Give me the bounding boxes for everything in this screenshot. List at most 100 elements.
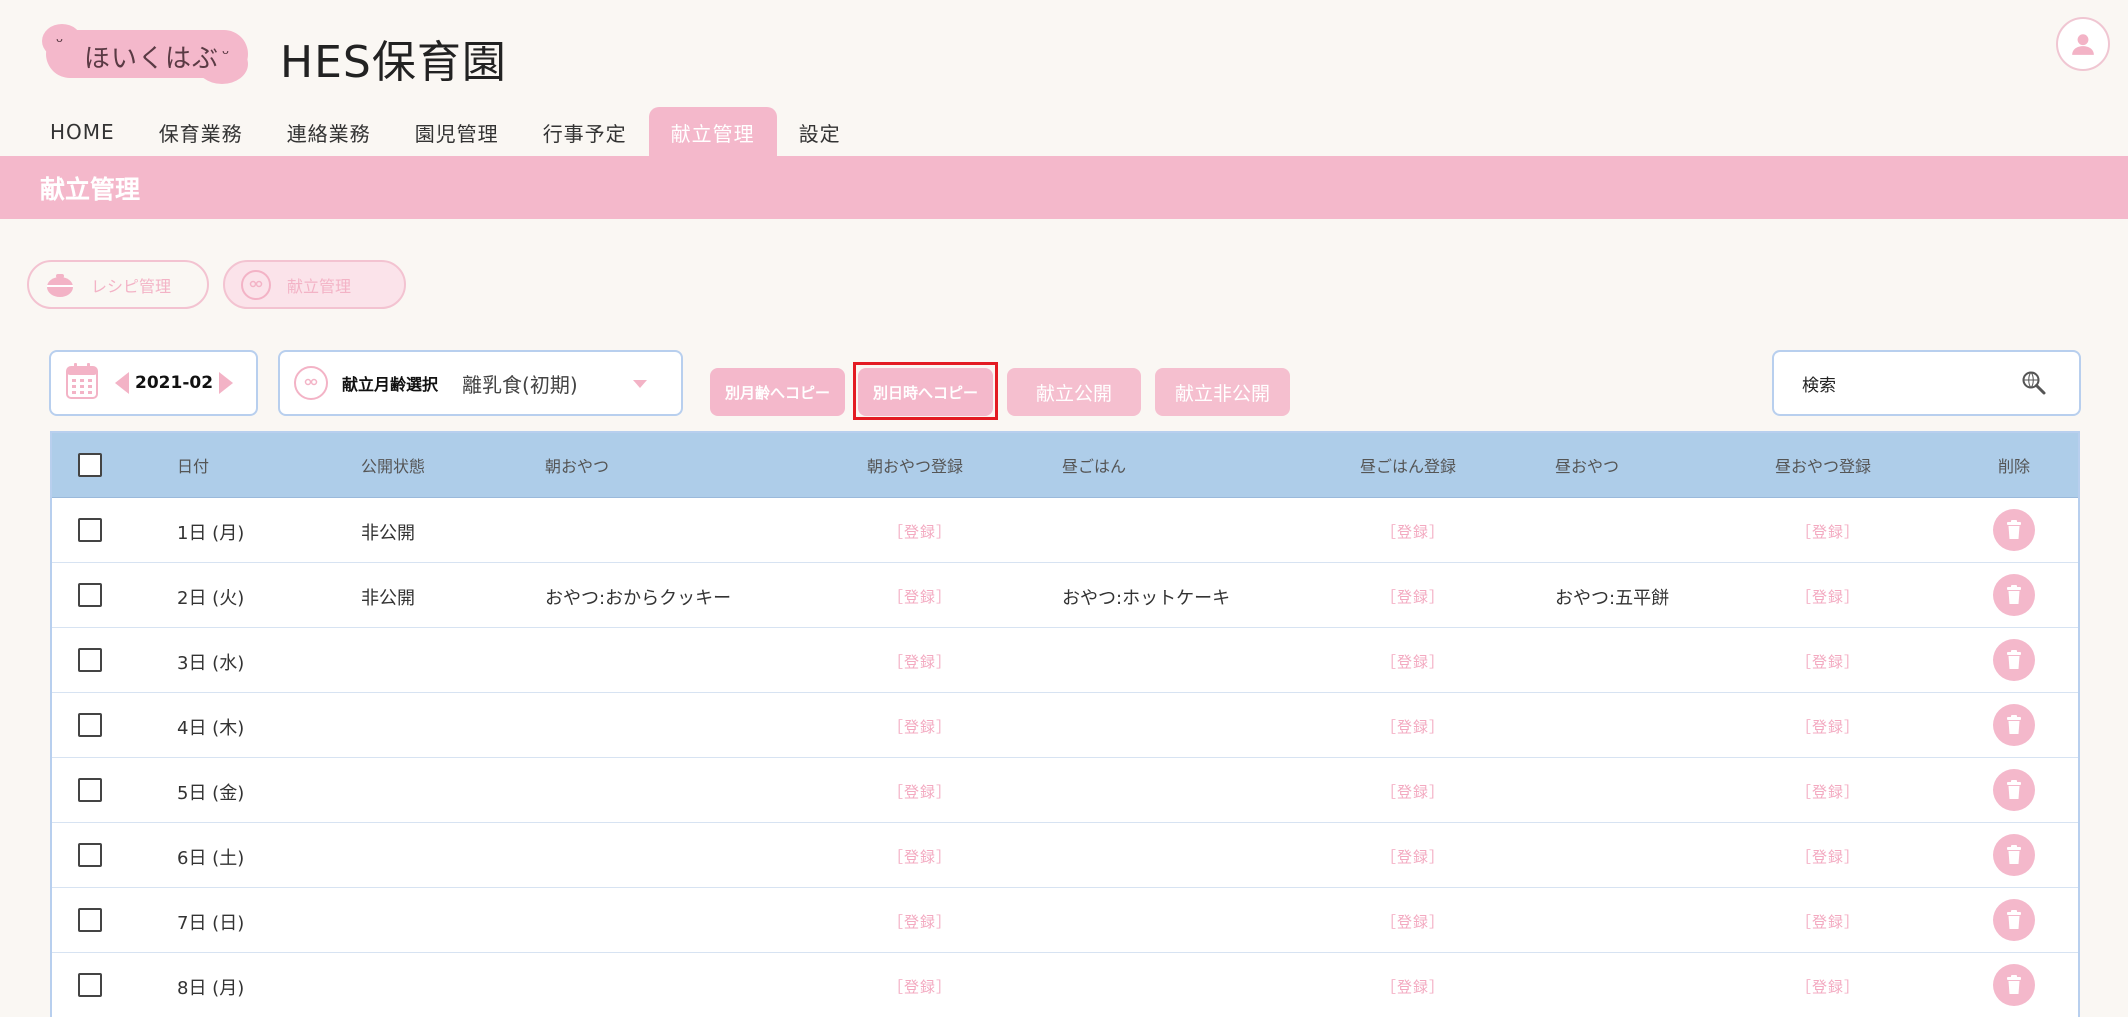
subtab-menu[interactable]: 献立管理 bbox=[223, 260, 406, 309]
search-field[interactable]: 検索 bbox=[1772, 350, 2081, 416]
delete-row-button[interactable] bbox=[1993, 574, 2035, 616]
register-afternoon-snack-link[interactable]: ［登録］ bbox=[1796, 976, 1860, 997]
table-row: 5日 (金) ［登録］ ［登録］ ［登録］ bbox=[52, 758, 2078, 823]
row-date: 8日 (月) bbox=[177, 978, 245, 999]
register-lunch-link[interactable]: ［登録］ bbox=[1381, 651, 1445, 672]
current-month: 2021-02 bbox=[135, 373, 214, 393]
register-lunch-link[interactable]: ［登録］ bbox=[1381, 716, 1445, 737]
delete-row-button[interactable] bbox=[1993, 704, 2035, 746]
delete-row-button[interactable] bbox=[1993, 639, 2035, 681]
nav-tab-childcare[interactable]: 保育業務 bbox=[137, 107, 265, 157]
trash-icon bbox=[2006, 910, 2022, 930]
age-select-label: 献立月齢選択 bbox=[342, 375, 439, 394]
register-morning-snack-link[interactable]: ［登録］ bbox=[888, 781, 952, 802]
register-morning-snack-link[interactable]: ［登録］ bbox=[888, 976, 952, 997]
register-afternoon-snack-link[interactable]: ［登録］ bbox=[1796, 716, 1860, 737]
register-lunch-link[interactable]: ［登録］ bbox=[1381, 781, 1445, 802]
register-afternoon-snack-link[interactable]: ［登録］ bbox=[1796, 911, 1860, 932]
row-date: 1日 (月) bbox=[177, 523, 245, 544]
nav-tab-contact[interactable]: 連絡業務 bbox=[265, 107, 393, 157]
chevron-down-icon bbox=[633, 380, 647, 388]
subtab-label: レシピ管理 bbox=[91, 276, 172, 296]
trash-icon bbox=[2006, 650, 2022, 670]
col-afternoon-snack: 昼おやつ bbox=[1555, 457, 1620, 476]
subtab-recipe[interactable]: レシピ管理 bbox=[27, 260, 209, 309]
prev-month-button[interactable] bbox=[115, 372, 129, 394]
logo[interactable]: ᵕ ほいくはぶ ᵕ bbox=[42, 24, 248, 84]
register-morning-snack-link[interactable]: ［登録］ bbox=[888, 846, 952, 867]
month-selector: 2021-02 bbox=[49, 350, 258, 416]
row-status: 非公開 bbox=[361, 523, 415, 544]
nav-tab-menu[interactable]: 献立管理 bbox=[648, 107, 777, 157]
trash-icon bbox=[2006, 715, 2022, 735]
row-checkbox[interactable] bbox=[78, 583, 102, 607]
register-morning-snack-link[interactable]: ［登録］ bbox=[888, 521, 952, 542]
register-afternoon-snack-link[interactable]: ［登録］ bbox=[1796, 521, 1860, 542]
age-select-value: 離乳食(初期) bbox=[462, 372, 578, 397]
search-input[interactable]: 検索 bbox=[1802, 371, 1836, 396]
register-lunch-link[interactable]: ［登録］ bbox=[1381, 976, 1445, 997]
delete-row-button[interactable] bbox=[1993, 964, 2035, 1006]
register-lunch-link[interactable]: ［登録］ bbox=[1381, 911, 1445, 932]
col-lunch: 昼ごはん bbox=[1062, 457, 1127, 476]
delete-row-button[interactable] bbox=[1993, 834, 2035, 876]
col-status: 公開状態 bbox=[361, 457, 426, 476]
table-header: 日付 公開状態 朝おやつ 朝おやつ登録 昼ごはん 昼ごはん登録 昼おやつ 昼おや… bbox=[52, 433, 2078, 498]
register-afternoon-snack-link[interactable]: ［登録］ bbox=[1796, 586, 1860, 607]
row-checkbox[interactable] bbox=[78, 908, 102, 932]
row-date: 2日 (火) bbox=[177, 588, 245, 609]
nav-tab-settings[interactable]: 設定 bbox=[777, 107, 863, 157]
pot-icon bbox=[45, 270, 75, 300]
row-date: 7日 (日) bbox=[177, 913, 245, 934]
register-lunch-link[interactable]: ［登録］ bbox=[1381, 846, 1445, 867]
search-icon[interactable] bbox=[2021, 370, 2047, 400]
row-status: 非公開 bbox=[361, 588, 415, 609]
trash-icon bbox=[2006, 585, 2022, 605]
row-afternoon-snack: おやつ:五平餅 bbox=[1555, 588, 1670, 609]
nav-tab-home[interactable]: HOME bbox=[28, 107, 137, 157]
row-checkbox[interactable] bbox=[78, 778, 102, 802]
row-checkbox[interactable] bbox=[78, 843, 102, 867]
trash-icon bbox=[2006, 520, 2022, 540]
highlight-box bbox=[853, 362, 998, 420]
col-morning-snack-reg: 朝おやつ登録 bbox=[867, 457, 964, 476]
user-avatar-button[interactable] bbox=[2056, 17, 2110, 71]
table-row: 6日 (土) ［登録］ ［登録］ ［登録］ bbox=[52, 823, 2078, 888]
delete-row-button[interactable] bbox=[1993, 769, 2035, 811]
row-date: 3日 (水) bbox=[177, 653, 245, 674]
user-icon bbox=[2072, 34, 2094, 55]
nav-tab-children[interactable]: 園児管理 bbox=[393, 107, 521, 157]
next-month-button[interactable] bbox=[219, 372, 234, 394]
register-morning-snack-link[interactable]: ［登録］ bbox=[888, 651, 952, 672]
register-afternoon-snack-link[interactable]: ［登録］ bbox=[1796, 651, 1860, 672]
col-date: 日付 bbox=[177, 457, 210, 476]
table-row: 1日 (月) 非公開 ［登録］ ［登録］ ［登録］ bbox=[52, 498, 2078, 563]
register-morning-snack-link[interactable]: ［登録］ bbox=[888, 716, 952, 737]
nav-tab-events[interactable]: 行事予定 bbox=[521, 107, 649, 157]
app-title: HES保育園 bbox=[280, 37, 507, 88]
register-morning-snack-link[interactable]: ［登録］ bbox=[888, 911, 952, 932]
age-select[interactable]: 献立月齢選択 離乳食(初期) bbox=[278, 350, 683, 416]
register-afternoon-snack-link[interactable]: ［登録］ bbox=[1796, 781, 1860, 802]
calendar-icon[interactable] bbox=[65, 362, 99, 404]
table-row: 4日 (木) ［登録］ ［登録］ ［登録］ bbox=[52, 693, 2078, 758]
register-lunch-link[interactable]: ［登録］ bbox=[1381, 586, 1445, 607]
row-checkbox[interactable] bbox=[78, 518, 102, 542]
register-morning-snack-link[interactable]: ［登録］ bbox=[888, 586, 952, 607]
delete-row-button[interactable] bbox=[1993, 509, 2035, 551]
row-morning-snack: おやつ:おからクッキー bbox=[545, 588, 732, 609]
row-date: 5日 (金) bbox=[177, 783, 245, 804]
table-row: 3日 (水) ［登録］ ［登録］ ［登録］ bbox=[52, 628, 2078, 693]
row-checkbox[interactable] bbox=[78, 648, 102, 672]
register-afternoon-snack-link[interactable]: ［登録］ bbox=[1796, 846, 1860, 867]
copy-to-other-age-button[interactable]: 別月齢へコピー bbox=[710, 368, 845, 416]
delete-row-button[interactable] bbox=[1993, 899, 2035, 941]
register-lunch-link[interactable]: ［登録］ bbox=[1381, 521, 1445, 542]
publish-menu-button[interactable]: 献立公開 bbox=[1007, 368, 1141, 416]
row-checkbox[interactable] bbox=[78, 973, 102, 997]
unpublish-menu-button[interactable]: 献立非公開 bbox=[1155, 368, 1290, 416]
row-date: 6日 (土) bbox=[177, 848, 245, 869]
row-checkbox[interactable] bbox=[78, 713, 102, 737]
select-all-checkbox[interactable] bbox=[78, 453, 102, 477]
table-row: 8日 (月) ［登録］ ［登録］ ［登録］ bbox=[52, 953, 2078, 1017]
